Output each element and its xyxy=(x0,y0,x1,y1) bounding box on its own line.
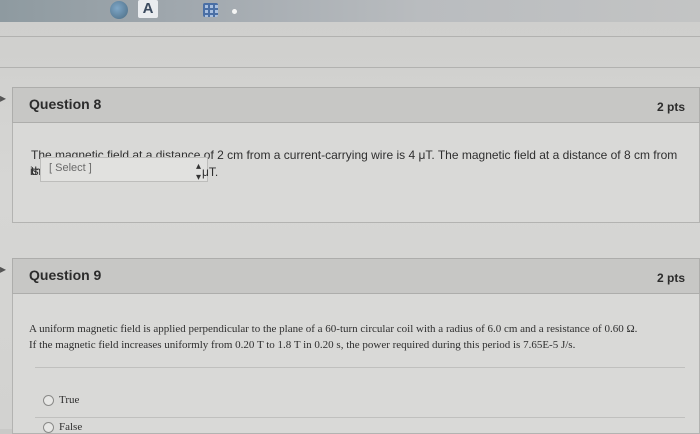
question-9-title: Question 9 xyxy=(29,267,102,283)
question-9-header: Question 9 2 pts xyxy=(12,258,700,294)
question-8-title: Question 8 xyxy=(29,96,102,112)
divider xyxy=(35,367,685,368)
browser-toolbar: A xyxy=(0,0,700,22)
radio-button[interactable] xyxy=(43,421,54,433)
divider xyxy=(0,67,700,68)
quiz-page: ▸ Question 8 2 pts The magnetic field at… xyxy=(0,22,700,434)
choice-false[interactable]: False xyxy=(43,421,82,433)
unit-label: μT. xyxy=(202,165,219,179)
answer-select[interactable]: [ Select ] ▴ ▾ xyxy=(40,157,208,183)
divider xyxy=(35,417,685,418)
chevron-right-icon: ▸ xyxy=(0,91,7,105)
choice-true-label: True xyxy=(59,394,80,406)
answer-select-value: [ Select ] xyxy=(49,162,92,174)
question-8-points: 2 pts xyxy=(656,100,685,114)
select-arrows-icon: ▴ ▾ xyxy=(195,161,201,183)
dot-icon xyxy=(232,9,237,14)
question-8-header: Question 8 2 pts xyxy=(12,87,700,123)
text-size-icon[interactable]: A xyxy=(138,0,158,18)
is-label: is xyxy=(30,164,39,178)
radio-button[interactable] xyxy=(43,394,54,406)
question-9-points: 2 pts xyxy=(656,271,685,285)
divider xyxy=(0,36,700,37)
choice-true[interactable]: True xyxy=(43,394,79,406)
question-9-text-line1: A uniform magnetic field is applied perp… xyxy=(29,323,638,335)
question-9-text-line2: If the magnetic field increases uniforml… xyxy=(29,339,576,351)
question-9-body: A uniform magnetic field is applied perp… xyxy=(12,294,700,434)
choice-false-label: False xyxy=(59,421,83,433)
calculator-icon[interactable] xyxy=(203,3,218,17)
chevron-right-icon: ▸ xyxy=(0,262,7,276)
globe-icon[interactable] xyxy=(110,1,128,19)
question-9-text: A uniform magnetic field is applied perp… xyxy=(29,321,694,353)
